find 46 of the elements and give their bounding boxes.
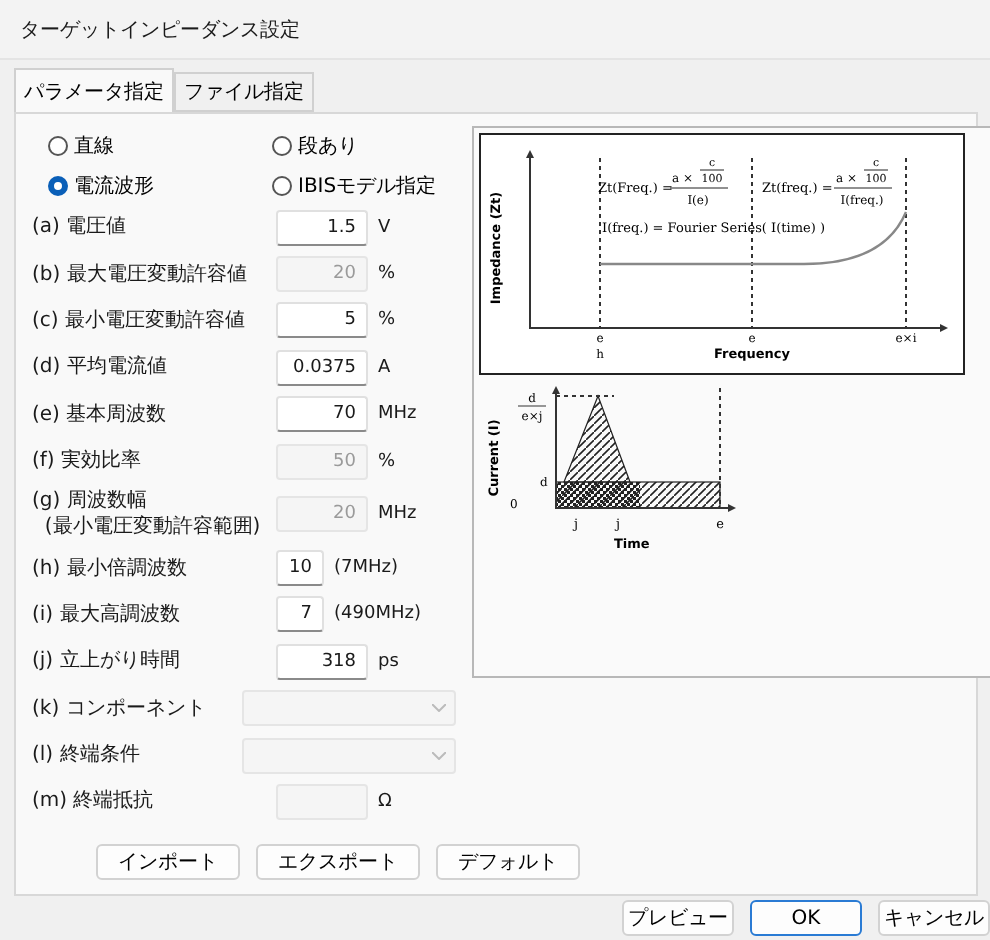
input-field[interactable]: 318 bbox=[276, 643, 368, 680]
unit-label: % bbox=[378, 264, 396, 285]
field-label: (k) コンポーネント bbox=[32, 695, 208, 722]
action-button[interactable]: デフォルト bbox=[436, 843, 580, 880]
field-label: (a) 電圧値 bbox=[32, 214, 129, 241]
unit-label: MHz bbox=[378, 404, 417, 425]
input-field[interactable]: 1.5 bbox=[276, 209, 368, 246]
mode-radio[interactable]: 直線 bbox=[48, 132, 272, 160]
input-field[interactable]: 5 bbox=[276, 302, 368, 339]
dialog-button[interactable]: プレビュー bbox=[622, 900, 734, 936]
unit-label: (7MHz) bbox=[334, 558, 399, 579]
unit-label: Ω bbox=[378, 791, 392, 812]
tab[interactable]: パラメータ指定 bbox=[14, 68, 174, 112]
mode-radio[interactable]: IBISモデル指定 bbox=[272, 172, 472, 200]
mode-radio[interactable]: 段あり bbox=[272, 132, 472, 160]
field-label: (h) 最小倍調波数 bbox=[32, 555, 189, 582]
input-field[interactable]: 7 bbox=[276, 596, 324, 633]
field-label: (d) 平均電流値 bbox=[32, 354, 169, 381]
mode-radio[interactable]: 電流波形 bbox=[48, 172, 272, 200]
field-label: (c) 最小電圧変動許容値 bbox=[32, 307, 247, 334]
unit-label: V bbox=[378, 217, 391, 238]
unit-label: (490MHz) bbox=[334, 604, 421, 625]
field-label: (g) 周波数幅 (最小電圧変動許容範囲) bbox=[32, 488, 263, 541]
dialog-button[interactable]: OK bbox=[750, 900, 862, 936]
field-label: (f) 実効比率 bbox=[32, 448, 144, 475]
field-label: (m) 終端抵抗 bbox=[32, 788, 156, 815]
unit-label: A bbox=[378, 357, 391, 378]
field-label: (j) 立上がり時間 bbox=[32, 648, 182, 675]
input-field[interactable]: 10 bbox=[276, 550, 324, 587]
field-label: (e) 基本周波数 bbox=[32, 401, 169, 428]
input-field[interactable]: 0.0375 bbox=[276, 349, 368, 386]
chevron-down-icon bbox=[432, 704, 446, 713]
unit-label: % bbox=[378, 310, 396, 331]
unit-label: MHz bbox=[378, 504, 417, 525]
action-button[interactable]: エクスポート bbox=[256, 843, 420, 880]
unit-label: ps bbox=[378, 651, 399, 672]
dialog-button[interactable]: キャンセル bbox=[878, 900, 990, 936]
input-field[interactable]: 70 bbox=[276, 396, 368, 433]
chevron-down-icon bbox=[432, 751, 446, 760]
field-label: (l) 終端条件 bbox=[32, 742, 142, 769]
tab[interactable]: ファイル指定 bbox=[174, 72, 314, 112]
field-label: (b) 最大電圧変動許容値 bbox=[32, 261, 249, 288]
window-title: ターゲットインピーダンス設定 bbox=[20, 17, 300, 43]
unit-label: % bbox=[378, 451, 396, 472]
field-label: (i) 最大高調波数 bbox=[32, 601, 182, 628]
action-button[interactable]: インポート bbox=[96, 843, 240, 880]
